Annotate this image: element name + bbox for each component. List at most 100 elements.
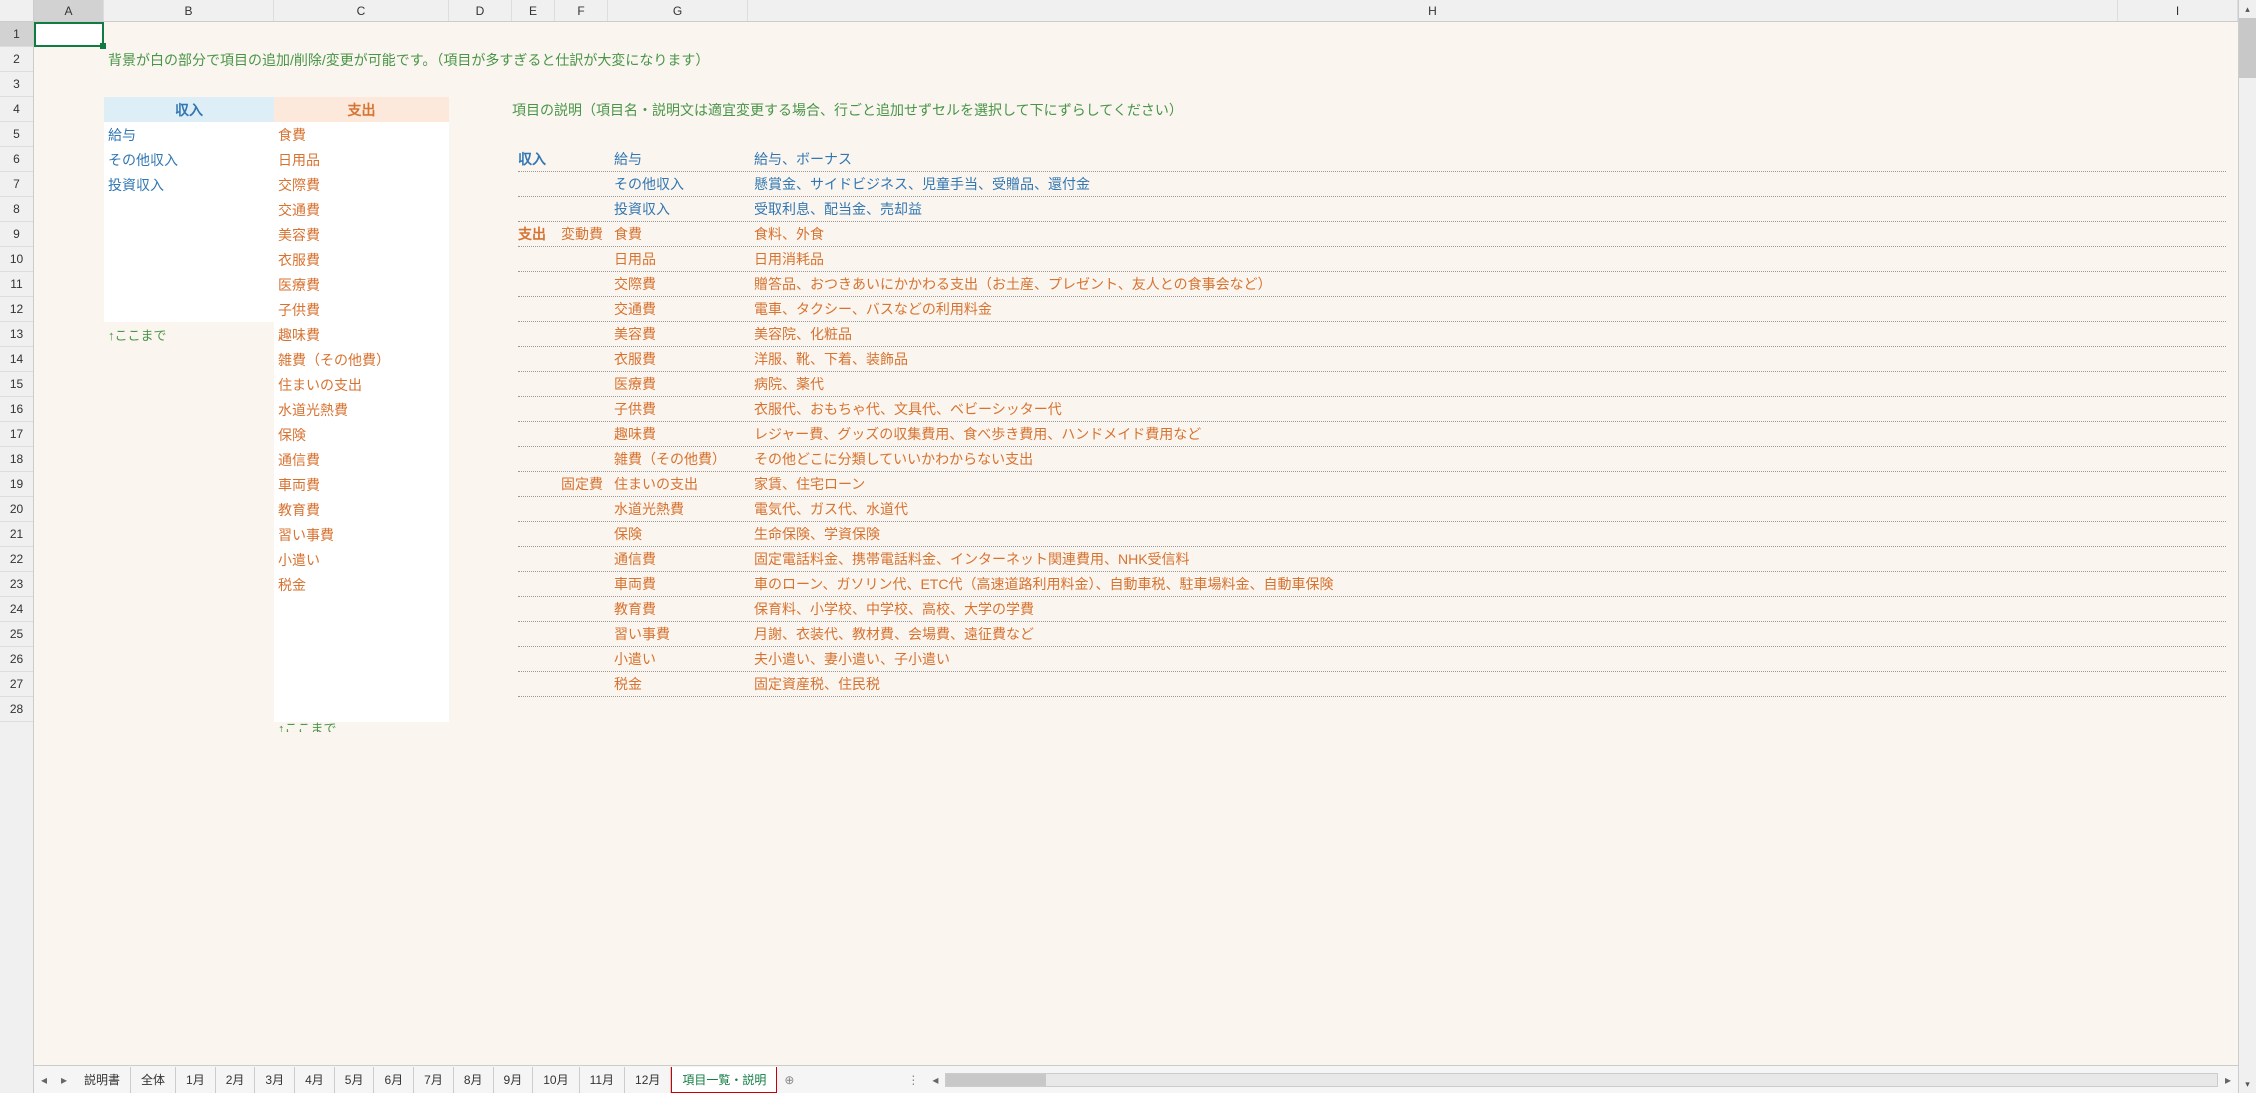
income-item-cell[interactable] (104, 622, 274, 647)
income-item-cell[interactable] (104, 472, 274, 497)
income-item-cell[interactable] (104, 372, 274, 397)
row-header-12[interactable]: 12 (0, 297, 33, 322)
row-header-8[interactable]: 8 (0, 197, 33, 222)
row-header-7[interactable]: 7 (0, 172, 33, 197)
hscroll-right[interactable]: ▸ (2218, 1073, 2238, 1087)
horizontal-scrollbar[interactable] (945, 1073, 2218, 1087)
expense-item-cell[interactable]: 医療費 (274, 272, 449, 297)
expense-item-cell[interactable] (274, 672, 449, 697)
sheet-tab[interactable]: 3月 (255, 1067, 295, 1093)
col-header-C[interactable]: C (274, 0, 449, 21)
expense-item-cell[interactable]: 保険 (274, 422, 449, 447)
expense-item-cell[interactable] (274, 697, 449, 722)
row-header-28[interactable]: 28 (0, 697, 33, 722)
select-all-corner[interactable] (0, 0, 33, 22)
col-header-I[interactable]: I (2118, 0, 2238, 21)
sheet-tab[interactable]: 8月 (454, 1067, 494, 1093)
sheet-tab[interactable]: 説明書 (74, 1067, 131, 1093)
description-row[interactable]: 雑費（その他費）その他どこに分類していいかわからない支出 (518, 447, 2226, 472)
spreadsheet-grid[interactable]: 背景が白の部分で項目の追加/削除/変更が可能です。（項目が多すぎると仕訳が大変に… (34, 22, 2238, 1065)
income-item-cell[interactable] (104, 197, 274, 222)
col-header-F[interactable]: F (555, 0, 608, 21)
description-row[interactable]: 教育費保育料、小学校、中学校、高校、大学の学費 (518, 597, 2226, 622)
income-item-cell[interactable]: 投資収入 (104, 172, 274, 197)
expense-item-cell[interactable]: 交通費 (274, 197, 449, 222)
expense-item-cell[interactable]: 食費 (274, 122, 449, 147)
income-item-cell[interactable] (104, 522, 274, 547)
income-item-cell[interactable] (104, 422, 274, 447)
description-row[interactable]: 交際費贈答品、おつきあいにかかわる支出（お土産、プレゼント、友人との食事会など） (518, 272, 2226, 297)
income-item-cell[interactable]: その他収入 (104, 147, 274, 172)
col-header-G[interactable]: G (608, 0, 748, 21)
description-row[interactable]: 子供費衣服代、おもちゃ代、文具代、ベビーシッター代 (518, 397, 2226, 422)
row-header-3[interactable]: 3 (0, 72, 33, 97)
description-row[interactable]: 医療費病院、薬代 (518, 372, 2226, 397)
income-item-cell[interactable] (104, 347, 274, 372)
row-header-5[interactable]: 5 (0, 122, 33, 147)
expense-item-cell[interactable] (274, 597, 449, 622)
expense-item-cell[interactable]: 通信費 (274, 447, 449, 472)
income-item-cell[interactable] (104, 297, 274, 322)
income-item-cell[interactable] (104, 597, 274, 622)
col-header-B[interactable]: B (104, 0, 274, 21)
row-header-16[interactable]: 16 (0, 397, 33, 422)
description-row[interactable]: 衣服費洋服、靴、下着、装飾品 (518, 347, 2226, 372)
vertical-scrollbar[interactable]: ▴ ▾ (2238, 0, 2256, 1093)
description-row[interactable]: 車両費車のローン、ガソリン代、ETC代（高速道路利用料金）、自動車税、駐車場料金… (518, 572, 2226, 597)
hscroll-thumb[interactable] (946, 1074, 1046, 1086)
sheet-tab[interactable]: 全体 (131, 1067, 176, 1093)
sheet-tab[interactable]: 9月 (494, 1067, 534, 1093)
row-header-17[interactable]: 17 (0, 422, 33, 447)
row-header-1[interactable]: 1 (0, 22, 33, 47)
sheet-tab[interactable]: 項目一覧・説明 (671, 1067, 777, 1093)
expense-item-cell[interactable]: 衣服費 (274, 247, 449, 272)
col-header-A[interactable]: A (34, 0, 104, 21)
income-item-cell[interactable]: ↑ここまで (104, 322, 274, 347)
sheet-tab[interactable]: 7月 (414, 1067, 454, 1093)
row-header-22[interactable]: 22 (0, 547, 33, 572)
income-item-cell[interactable] (104, 397, 274, 422)
income-item-cell[interactable] (104, 272, 274, 297)
description-row[interactable]: 趣味費レジャー費、グッズの収集費用、食べ歩き費用、ハンドメイド費用など (518, 422, 2226, 447)
description-row[interactable]: 美容費美容院、化粧品 (518, 322, 2226, 347)
row-header-2[interactable]: 2 (0, 47, 33, 72)
expense-item-cell[interactable]: 教育費 (274, 497, 449, 522)
expense-item-cell[interactable]: 趣味費 (274, 322, 449, 347)
row-header-13[interactable]: 13 (0, 322, 33, 347)
sheet-tab[interactable]: 1月 (176, 1067, 216, 1093)
description-row[interactable]: 小遣い夫小遣い、妻小遣い、子小遣い (518, 647, 2226, 672)
expense-item-cell[interactable]: 小遣い (274, 547, 449, 572)
expense-item-cell[interactable]: 住まいの支出 (274, 372, 449, 397)
expense-item-cell[interactable]: 税金 (274, 572, 449, 597)
expense-item-cell[interactable]: 習い事費 (274, 522, 449, 547)
add-sheet-button[interactable]: ⊕ (777, 1073, 801, 1087)
row-header-6[interactable]: 6 (0, 147, 33, 172)
row-header-20[interactable]: 20 (0, 497, 33, 522)
fill-handle[interactable] (100, 43, 106, 49)
description-row[interactable]: 固定費住まいの支出家賃、住宅ローン (518, 472, 2226, 497)
active-cell[interactable] (34, 22, 104, 47)
description-row[interactable]: 保険生命保険、学資保険 (518, 522, 2226, 547)
income-item-cell[interactable] (104, 247, 274, 272)
row-header-19[interactable]: 19 (0, 472, 33, 497)
sheet-tab[interactable]: 4月 (295, 1067, 335, 1093)
vscroll-down[interactable]: ▾ (2239, 1075, 2256, 1093)
row-header-27[interactable]: 27 (0, 672, 33, 697)
row-header-11[interactable]: 11 (0, 272, 33, 297)
sheet-tab[interactable]: 6月 (374, 1067, 414, 1093)
expense-item-cell[interactable]: 美容費 (274, 222, 449, 247)
description-row[interactable]: 交通費電車、タクシー、バスなどの利用料金 (518, 297, 2226, 322)
income-item-cell[interactable] (104, 697, 274, 722)
tab-nav-first[interactable]: ◂ (34, 1073, 54, 1087)
row-header-18[interactable]: 18 (0, 447, 33, 472)
col-header-H[interactable]: H (748, 0, 2118, 21)
income-item-cell[interactable] (104, 222, 274, 247)
row-header-15[interactable]: 15 (0, 372, 33, 397)
expense-item-cell[interactable]: 雑費（その他費） (274, 347, 449, 372)
description-row[interactable]: 水道光熱費電気代、ガス代、水道代 (518, 497, 2226, 522)
description-row[interactable]: 通信費固定電話料金、携帯電話料金、インターネット関連費用、NHK受信料 (518, 547, 2226, 572)
row-header-23[interactable]: 23 (0, 572, 33, 597)
income-item-cell[interactable] (104, 647, 274, 672)
expense-item-cell[interactable]: 交際費 (274, 172, 449, 197)
expense-item-cell[interactable]: 日用品 (274, 147, 449, 172)
